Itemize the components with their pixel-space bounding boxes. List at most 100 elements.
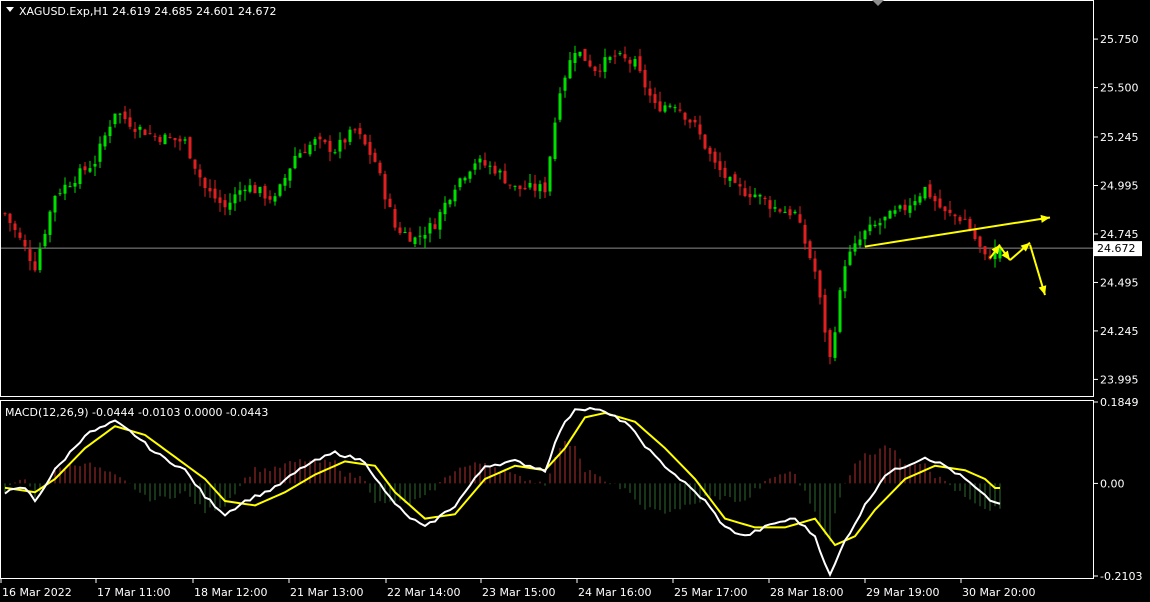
candle-body [313,139,317,145]
candle-body [903,204,907,211]
candle-body [98,143,102,162]
time-tick-label: 25 Mar 17:00 [674,586,747,599]
time-tick-label: 23 Mar 15:00 [482,586,555,599]
candle-body [173,138,177,141]
candle-body [683,112,687,120]
candle-body [408,232,412,242]
candle-body [983,246,987,255]
candles-layer [3,45,1002,365]
candle-body [258,186,262,194]
candle-body [663,105,667,112]
candle-body [13,223,17,231]
price-tick-label: 25.750 [1100,33,1139,46]
candle-body [948,209,952,213]
candle-body [503,170,507,184]
candle-body [293,155,297,169]
candle-body [43,233,47,247]
candle-body [233,194,237,204]
candle-body [613,55,617,57]
candle-body [528,182,532,188]
candle-body [493,165,497,174]
price-tick-label: 24.245 [1100,325,1139,338]
candle-body [403,231,407,233]
candle-body [508,184,512,186]
time-tick-label: 18 Mar 12:00 [194,586,267,599]
candle-body [648,88,652,96]
candle-body [63,184,67,194]
candle-body [343,139,347,143]
candle-body [858,239,862,246]
candle-body [128,117,132,127]
candle-body [483,160,487,166]
candle-body [973,229,977,240]
candle-body [933,196,937,202]
candle-body [438,212,442,230]
candle-body [218,197,222,203]
candle-body [468,171,472,179]
candle-body [358,128,362,135]
candle-body [853,243,857,252]
candle-body [323,139,327,143]
candle-body [473,163,477,170]
candle-body [448,199,452,205]
candle-body [748,193,752,198]
candle-body [548,156,552,192]
candle-body [773,207,777,209]
candle-body [518,185,522,190]
candle-body [828,330,832,357]
candle-body [278,184,282,196]
symbol-header: XAGUSD.Exp,H1 24.619 24.685 24.601 24.67… [19,5,277,18]
candle-body [213,188,217,199]
price-tick-label: 24.745 [1100,228,1139,241]
candle-body [943,206,947,212]
candle-body [23,239,27,247]
candle-body [383,174,387,200]
candle-body [558,93,562,120]
candle-body [848,251,852,265]
candle-body [793,211,797,214]
candle-body [543,182,547,193]
macd-header: MACD(12,26,9) -0.0444 -0.0103 0.0000 -0.… [5,406,268,419]
candle-body [418,235,422,237]
trend-arrow-line [864,216,1051,248]
candle-body [598,70,602,72]
candle-body [678,109,682,111]
candle-body [18,232,22,238]
trading-chart[interactable]: 25.750 25.500 25.245 24.995 24.745 24.495 24.2… [0,0,1150,602]
candle-body [668,105,672,107]
candle-body [918,196,922,203]
dropdown-triangle-icon[interactable] [6,7,14,12]
candle-body [898,205,902,209]
price-tick-label: 24.995 [1100,179,1139,192]
candle-body [78,168,82,185]
candle-body [513,185,517,187]
candle-body [143,129,147,136]
candle-body [373,152,377,162]
candle-body [93,163,97,167]
candle-body [58,193,62,195]
candle-body [873,224,877,227]
candle-body [368,141,372,155]
candle-body [103,135,107,147]
candle-body [823,294,827,333]
candle-body [818,270,822,298]
macd-tick-label: 0.1849 [1100,396,1139,409]
candle-body [153,135,157,137]
candle-body [393,209,397,228]
candle-body [783,211,787,213]
candle-body [688,119,692,123]
candle-body [453,189,457,202]
price-tick-label: 25.245 [1100,131,1139,144]
candle-body [138,126,142,130]
candle-body [228,202,232,210]
candle-body [838,290,842,332]
current-price-label: 24.672 [1097,242,1136,255]
candle-body [803,224,807,244]
candle-body [563,77,567,91]
candle-body [123,111,127,120]
candle-body [498,170,502,173]
candle-body [588,60,592,67]
chart-shift-marker[interactable] [872,0,884,6]
candle-body [808,241,812,259]
candle-body [193,159,197,169]
